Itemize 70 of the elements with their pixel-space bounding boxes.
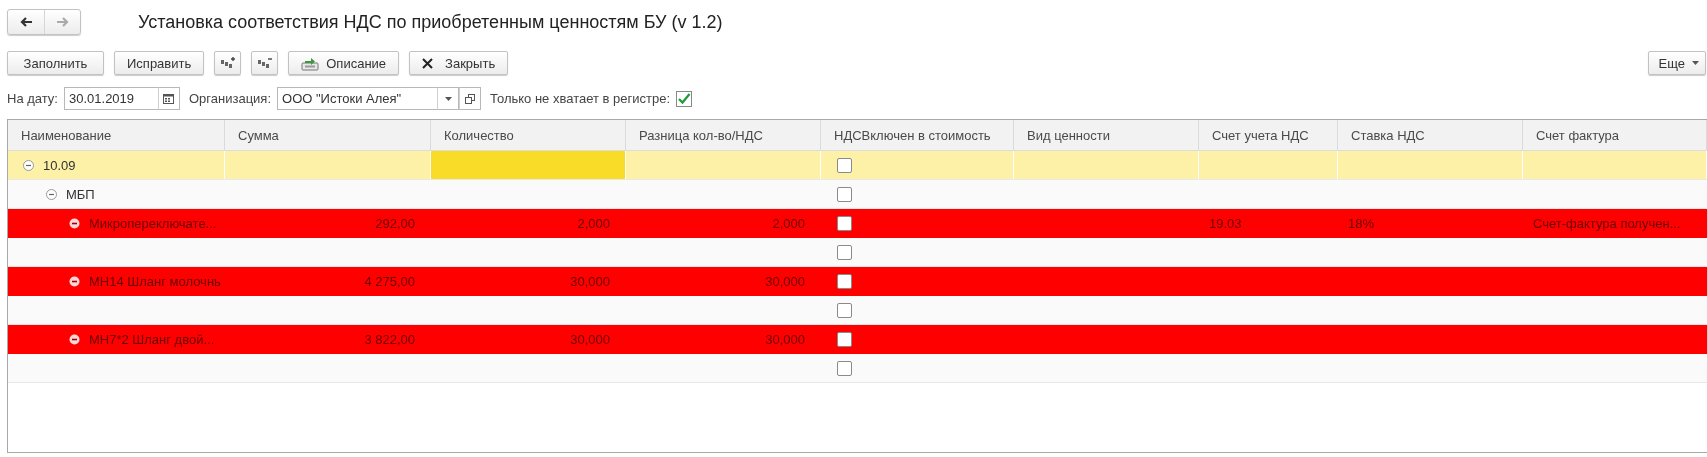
calendar-icon: [163, 93, 175, 104]
checkbox[interactable]: [837, 331, 852, 347]
column-header[interactable]: Количество: [431, 120, 626, 150]
table-cell: 30,000: [570, 331, 610, 347]
checkbox[interactable]: [837, 244, 852, 260]
minus-circle-icon: [69, 217, 80, 229]
table-cell: 4 275,00: [364, 273, 415, 289]
table-cell: 30,000: [570, 273, 610, 289]
right-arrow-icon: [55, 15, 70, 29]
calendar-button[interactable]: [158, 87, 180, 110]
collapse-icon[interactable]: [46, 188, 57, 200]
collapse-all-button[interactable]: [251, 51, 279, 75]
date-field[interactable]: 30.01.2019: [64, 87, 158, 110]
table-cell: 292,00: [375, 215, 415, 231]
table-cell: 30,000: [765, 273, 805, 289]
item-name: Микропереключате...: [89, 215, 217, 231]
collapse-icon[interactable]: [23, 159, 34, 171]
item-name: МН7*2 Шланг двой...: [89, 331, 215, 347]
column-header[interactable]: Ставка НДС: [1338, 120, 1523, 150]
organization-field[interactable]: ООО "Истоки Алея": [277, 87, 437, 110]
dropdown-button[interactable]: [437, 87, 459, 110]
column-header[interactable]: Сумма: [225, 120, 431, 150]
window-title: Установка соответствия НДС по приобретенным ценностям БУ (v 1.2): [138, 11, 723, 33]
toolbar-button[interactable]: Исправить: [114, 51, 205, 75]
item-name: МН14 Шланг молочнь: [89, 273, 221, 289]
table-cell: 19.03: [1209, 215, 1242, 231]
checkbox[interactable]: [676, 90, 693, 107]
column-header[interactable]: Счет фактура: [1523, 120, 1707, 150]
checkbox[interactable]: [837, 186, 852, 202]
checkbox[interactable]: [837, 273, 852, 289]
checkbox[interactable]: [837, 302, 852, 318]
table-cell: 18%: [1348, 215, 1375, 231]
tray-arrow-icon: [301, 55, 320, 71]
close-button[interactable]: Закрыть: [409, 51, 509, 75]
caret-icon: [444, 96, 452, 101]
focused-cell[interactable]: [431, 151, 626, 179]
checkbox[interactable]: [837, 360, 852, 376]
table-cell: 30,000: [765, 331, 805, 347]
column-header[interactable]: Счет учета НДС: [1199, 120, 1338, 150]
column-header[interactable]: Разница кол-во/НДС: [626, 120, 821, 150]
more-button[interactable]: Еще: [1647, 51, 1706, 75]
check-icon: [677, 92, 692, 105]
description-button[interactable]: Описание: [288, 51, 400, 75]
field-label: Организация:: [189, 91, 271, 106]
minus-circle-icon: [69, 275, 80, 287]
column-header[interactable]: Наименование: [8, 120, 225, 150]
close-icon: [422, 57, 434, 69]
open-window-icon: [465, 93, 475, 104]
selected-row[interactable]: 10.09: [8, 151, 1707, 180]
left-arrow-icon: [19, 15, 33, 29]
checkbox-label: Только не хватает в регистре:: [490, 91, 671, 106]
item-name: МБП: [66, 186, 95, 202]
table-cell: 3 822,00: [364, 331, 415, 347]
open-button[interactable]: [459, 87, 481, 110]
item-name: 10.09: [43, 157, 76, 173]
expand-all-button[interactable]: [214, 51, 242, 75]
checkbox[interactable]: [837, 215, 852, 231]
grid-minus-icon: [257, 56, 273, 70]
column-header[interactable]: Вид ценности: [1014, 120, 1199, 150]
table-cell: 2,000: [577, 215, 610, 231]
grid-plus-icon: [220, 56, 236, 70]
checkbox[interactable]: [837, 157, 852, 173]
caret-icon: [1692, 61, 1699, 65]
minus-circle-icon: [69, 333, 80, 345]
table-row[interactable]: МБП: [8, 180, 1707, 209]
table-cell: Счет-фактура получен...: [1533, 215, 1681, 231]
table-cell: 2,000: [772, 215, 805, 231]
toolbar-button[interactable]: Заполнить: [7, 51, 104, 75]
column-header[interactable]: НДСВключен в стоимость: [821, 120, 1014, 150]
field-label: На дату:: [7, 91, 58, 106]
